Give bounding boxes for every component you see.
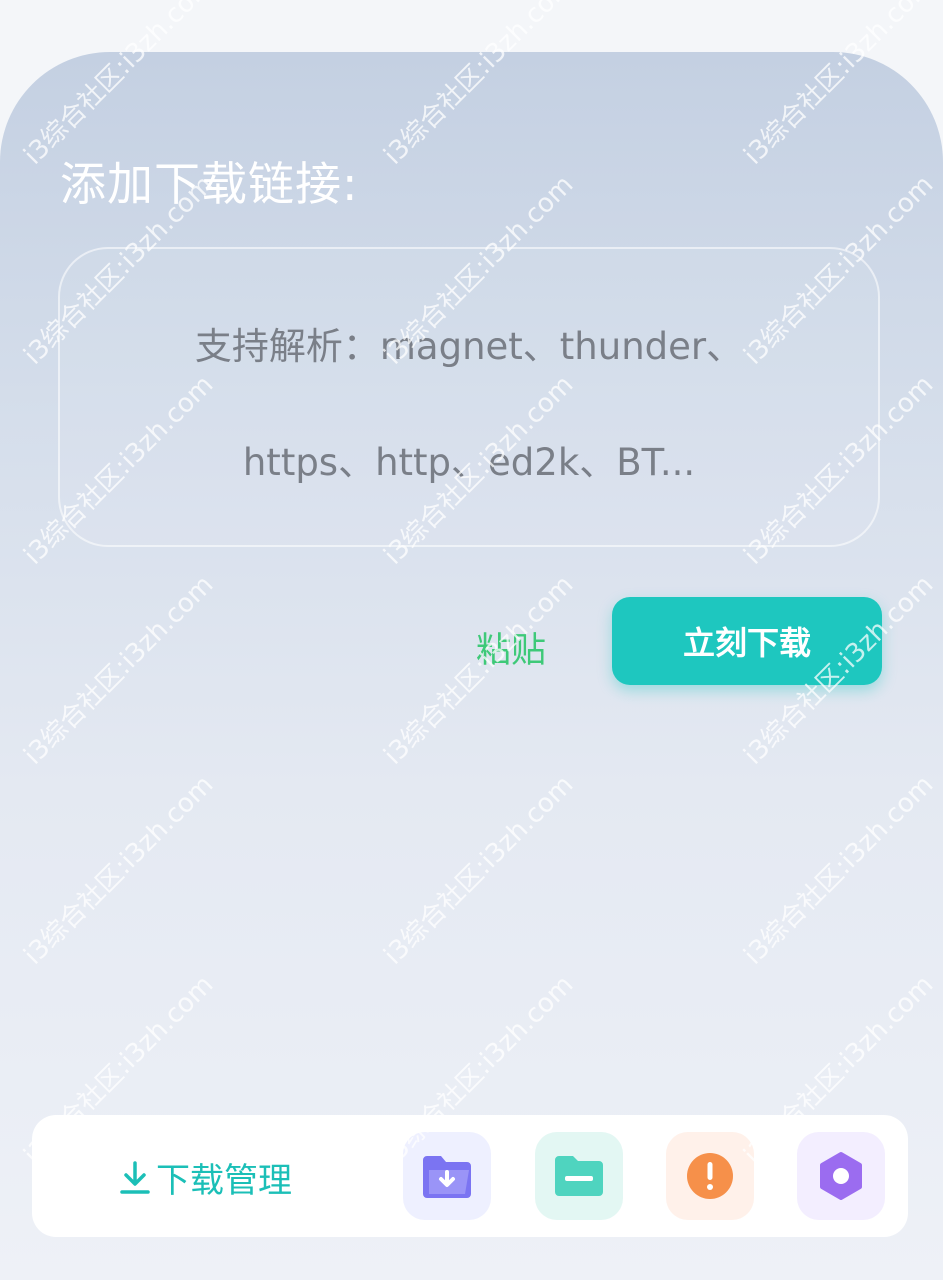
download-manager-button[interactable]: 下载管理 xyxy=(118,1153,292,1202)
alert-button[interactable] xyxy=(666,1132,754,1220)
link-input[interactable]: 支持解析：magnet、thunder、 https、http、ed2k、BT.… xyxy=(58,247,880,547)
download-manager-label: 下载管理 xyxy=(156,1161,292,1201)
folder-button[interactable] xyxy=(535,1132,623,1220)
placeholder-line-1: 支持解析：magnet、thunder、 xyxy=(194,325,744,368)
page-title: 添加下载链接: xyxy=(60,157,359,211)
link-input-placeholder: 支持解析：magnet、thunder、 https、http、ed2k、BT.… xyxy=(100,289,838,521)
folder-download-icon xyxy=(423,1156,471,1198)
paste-button[interactable]: 粘贴 xyxy=(476,622,546,673)
download-icon xyxy=(120,1160,150,1194)
bottom-bar: 下载管理 xyxy=(32,1115,908,1237)
folder-icon xyxy=(555,1156,603,1196)
folder-download-button[interactable] xyxy=(403,1132,491,1220)
alert-icon xyxy=(687,1153,733,1199)
main-card: 添加下载链接: 支持解析：magnet、thunder、 https、http、… xyxy=(0,52,943,1280)
download-now-button[interactable]: 立刻下载 xyxy=(612,597,882,685)
settings-button[interactable] xyxy=(797,1132,885,1220)
placeholder-line-2: https、http、ed2k、BT... xyxy=(242,441,696,484)
settings-icon xyxy=(820,1152,862,1200)
